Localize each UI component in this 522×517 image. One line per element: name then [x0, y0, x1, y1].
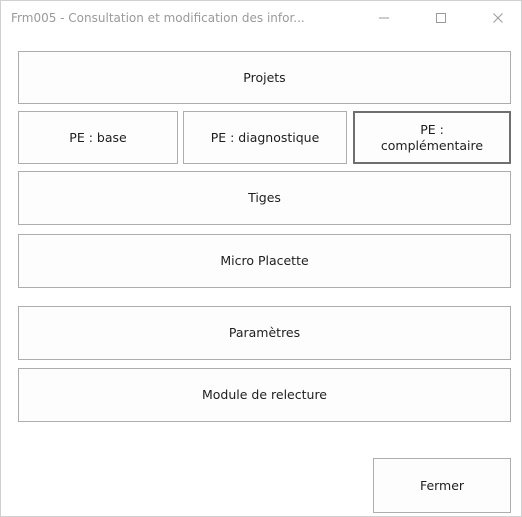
pe-complementaire-label-line1: PE : [420, 121, 444, 137]
pe-diagnostique-button-label: PE : diagnostique [210, 129, 320, 145]
parametres-button[interactable]: Paramètres [18, 306, 511, 360]
module-relecture-button[interactable]: Module de relecture [18, 368, 511, 422]
maximize-button[interactable] [418, 1, 464, 35]
pe-diagnostique-button[interactable]: PE : diagnostique [183, 111, 347, 164]
pe-complementaire-button[interactable]: PE : complémentaire [353, 111, 511, 164]
pe-base-button-label: PE : base [69, 129, 127, 145]
minimize-icon [378, 12, 390, 24]
fermer-button-label: Fermer [419, 477, 465, 493]
app-window: Frm005 - Consultation et modification de… [0, 0, 522, 517]
minimize-button[interactable] [361, 1, 407, 35]
close-icon [492, 12, 504, 24]
close-window-button[interactable] [475, 1, 521, 35]
pe-complementaire-label-line2: complémentaire [380, 137, 484, 153]
projets-button-label: Projets [243, 69, 286, 85]
pe-complementaire-button-label: PE : complémentaire [381, 122, 483, 154]
fermer-button[interactable]: Fermer [373, 458, 511, 513]
micro-placette-button-label: Micro Placette [220, 253, 309, 268]
tiges-button[interactable]: Tiges [18, 171, 511, 225]
pe-base-button[interactable]: PE : base [18, 111, 178, 164]
tiges-button-label: Tiges [248, 190, 281, 205]
window-title: Frm005 - Consultation et modification de… [11, 11, 305, 25]
parametres-button-label: Paramètres [228, 325, 301, 340]
maximize-icon [435, 12, 447, 24]
projets-button[interactable]: Projets [18, 51, 511, 104]
title-bar[interactable]: Frm005 - Consultation et modification de… [1, 1, 521, 37]
micro-placette-button[interactable]: Micro Placette [18, 234, 511, 288]
module-relecture-button-label: Module de relecture [202, 387, 327, 402]
